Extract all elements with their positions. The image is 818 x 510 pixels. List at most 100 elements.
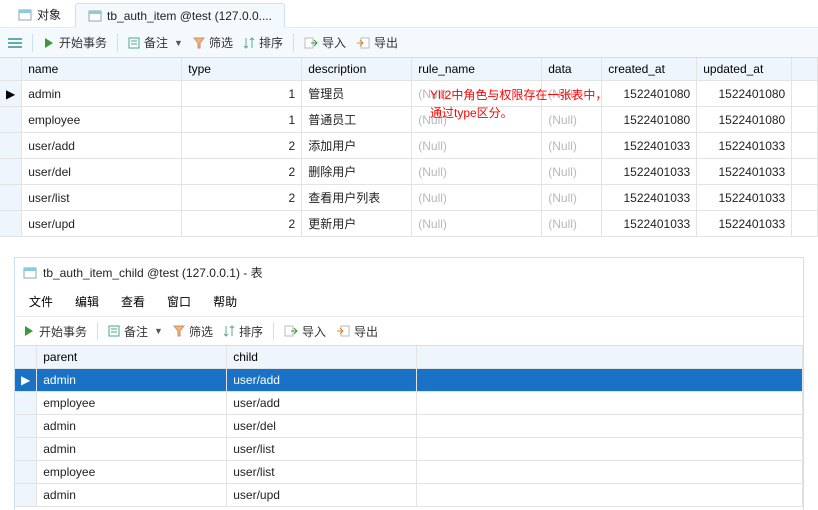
cell-rule-name[interactable]: (Null)	[412, 81, 542, 107]
cell-data[interactable]: (Null)	[542, 133, 602, 159]
tab-active[interactable]: tb_auth_item @test (127.0.0....	[75, 3, 285, 28]
table-row[interactable]: user/list2查看用户列表(Null)(Null)152240103315…	[0, 185, 818, 211]
cell-parent[interactable]: admin	[37, 484, 227, 507]
auth-item-table[interactable]: name type description rule_name data cre…	[0, 58, 818, 237]
cell-parent[interactable]: admin	[37, 438, 227, 461]
table-row[interactable]: employeeuser/list	[15, 461, 803, 484]
col-created-at[interactable]: created_at	[602, 58, 697, 81]
col-updated-at[interactable]: updated_at	[697, 58, 792, 81]
filter-button[interactable]: 筛选	[193, 34, 233, 51]
cell-name[interactable]: admin	[22, 81, 182, 107]
table-row[interactable]: adminuser/list	[15, 438, 803, 461]
cell-type[interactable]: 1	[182, 81, 302, 107]
cell-updated-at[interactable]: 1522401033	[697, 211, 792, 237]
memo-button[interactable]: 备注▼	[108, 323, 163, 340]
cell-rule-name[interactable]: (Null)	[412, 159, 542, 185]
filter-button[interactable]: 筛选	[173, 323, 213, 340]
menu-window[interactable]: 窗口	[167, 293, 191, 310]
table-row[interactable]: adminuser/upd	[15, 484, 803, 507]
import-button[interactable]: 导入	[304, 34, 346, 51]
menu-edit[interactable]: 编辑	[75, 293, 99, 310]
begin-transaction-button[interactable]: 开始事务	[43, 34, 107, 51]
tab-objects[interactable]: 对象	[6, 1, 73, 27]
export-button[interactable]: 导出	[336, 323, 378, 340]
cell-description[interactable]: 查看用户列表	[302, 185, 412, 211]
cell-rule-name[interactable]: (Null)	[412, 107, 542, 133]
cell-data[interactable]: (Null)	[542, 81, 602, 107]
cell-child[interactable]: user/upd	[227, 484, 417, 507]
cell-created-at[interactable]: 1522401033	[602, 211, 697, 237]
cell-child[interactable]: user/list	[227, 461, 417, 484]
cell-data[interactable]: (Null)	[542, 185, 602, 211]
col-type[interactable]: type	[182, 58, 302, 81]
cell-parent[interactable]: employee	[37, 461, 227, 484]
cell-created-at[interactable]: 1522401080	[602, 81, 697, 107]
cell-updated-at[interactable]: 1522401033	[697, 185, 792, 211]
cell-rule-name[interactable]: (Null)	[412, 133, 542, 159]
cell-description[interactable]: 管理员	[302, 81, 412, 107]
col-child[interactable]: child	[227, 346, 417, 369]
export-button[interactable]: 导出	[356, 34, 398, 51]
cell-parent[interactable]: admin	[37, 369, 227, 392]
table-row[interactable]: adminuser/del	[15, 415, 803, 438]
cell-rule-name[interactable]: (Null)	[412, 211, 542, 237]
chevron-down-icon: ▼	[174, 38, 183, 48]
col-description[interactable]: description	[302, 58, 412, 81]
cell-updated-at[interactable]: 1522401080	[697, 81, 792, 107]
cell-description[interactable]: 删除用户	[302, 159, 412, 185]
window-title-bar[interactable]: tb_auth_item_child @test (127.0.0.1) - 表	[15, 258, 803, 287]
sort-button[interactable]: 排序	[243, 34, 283, 51]
table-row[interactable]: ▶adminuser/add	[15, 369, 803, 392]
table-row[interactable]: user/upd2更新用户(Null)(Null)152240103315224…	[0, 211, 818, 237]
col-name[interactable]: name	[22, 58, 182, 81]
cell-data[interactable]: (Null)	[542, 107, 602, 133]
cell-type[interactable]: 1	[182, 107, 302, 133]
table-row[interactable]: user/del2删除用户(Null)(Null)152240103315224…	[0, 159, 818, 185]
cell-parent[interactable]: employee	[37, 392, 227, 415]
cell-name[interactable]: employee	[22, 107, 182, 133]
cell-child[interactable]: user/add	[227, 369, 417, 392]
cell-created-at[interactable]: 1522401033	[602, 185, 697, 211]
cell-name[interactable]: user/add	[22, 133, 182, 159]
cell-type[interactable]: 2	[182, 159, 302, 185]
auth-item-child-table[interactable]: parent child ▶adminuser/addemployeeuser/…	[15, 346, 803, 507]
cell-updated-at[interactable]: 1522401033	[697, 159, 792, 185]
cell-created-at[interactable]: 1522401033	[602, 133, 697, 159]
cell-parent[interactable]: admin	[37, 415, 227, 438]
cell-updated-at[interactable]: 1522401033	[697, 133, 792, 159]
import-button[interactable]: 导入	[284, 323, 326, 340]
cell-created-at[interactable]: 1522401080	[602, 107, 697, 133]
menu-button[interactable]	[8, 37, 22, 49]
cell-child[interactable]: user/add	[227, 392, 417, 415]
cell-created-at[interactable]: 1522401033	[602, 159, 697, 185]
cell-name[interactable]: user/del	[22, 159, 182, 185]
cell-updated-at[interactable]: 1522401080	[697, 107, 792, 133]
cell-description[interactable]: 更新用户	[302, 211, 412, 237]
cell-type[interactable]: 2	[182, 185, 302, 211]
menu-help[interactable]: 帮助	[213, 293, 237, 310]
cell-name[interactable]: user/upd	[22, 211, 182, 237]
table-row[interactable]: ▶admin1管理员(Null)(Null)152240108015224010…	[0, 81, 818, 107]
cell-data[interactable]: (Null)	[542, 159, 602, 185]
menu-view[interactable]: 查看	[121, 293, 145, 310]
sort-button[interactable]: 排序	[223, 323, 263, 340]
col-rule-name[interactable]: rule_name	[412, 58, 542, 81]
col-parent[interactable]: parent	[37, 346, 227, 369]
cell-child[interactable]: user/list	[227, 438, 417, 461]
cell-name[interactable]: user/list	[22, 185, 182, 211]
table-row[interactable]: employee1普通员工(Null)(Null)152240108015224…	[0, 107, 818, 133]
memo-button[interactable]: 备注 ▼	[128, 34, 183, 51]
cell-child[interactable]: user/del	[227, 415, 417, 438]
cell-data[interactable]: (Null)	[542, 211, 602, 237]
menu-file[interactable]: 文件	[29, 293, 53, 310]
label: 备注	[144, 34, 168, 51]
cell-type[interactable]: 2	[182, 211, 302, 237]
cell-description[interactable]: 普通员工	[302, 107, 412, 133]
cell-type[interactable]: 2	[182, 133, 302, 159]
col-data[interactable]: data	[542, 58, 602, 81]
cell-rule-name[interactable]: (Null)	[412, 185, 542, 211]
table-row[interactable]: employeeuser/add	[15, 392, 803, 415]
cell-description[interactable]: 添加用户	[302, 133, 412, 159]
table-row[interactable]: user/add2添加用户(Null)(Null)152240103315224…	[0, 133, 818, 159]
begin-transaction-button[interactable]: 开始事务	[23, 323, 87, 340]
